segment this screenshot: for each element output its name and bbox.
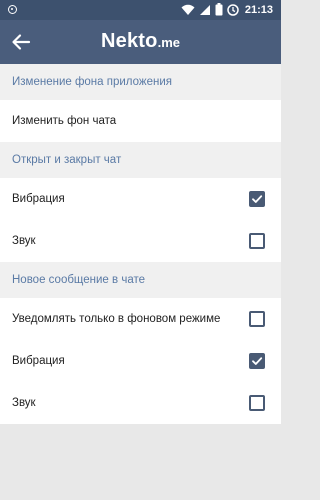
item-label: Вибрация — [12, 193, 65, 205]
background-only-item[interactable]: Уведомлять только в фоновом режиме — [0, 298, 281, 340]
checkmark-icon — [252, 357, 263, 365]
status-bar: 21:13 — [0, 0, 281, 20]
settings-list: Изменение фона приложения Изменить фон ч… — [0, 64, 281, 424]
chat-vibration-checkbox[interactable] — [249, 191, 265, 207]
chat-vibration-item[interactable]: Вибрация — [0, 178, 281, 220]
message-vibration-checkbox[interactable] — [249, 353, 265, 369]
app-bar: Nekto.me — [0, 20, 281, 64]
notification-icon — [8, 5, 17, 14]
wifi-icon — [181, 4, 195, 15]
empty-area — [0, 440, 281, 500]
status-time: 21:13 — [244, 3, 273, 16]
logo-sub: .me — [157, 35, 180, 50]
item-label: Вибрация — [12, 355, 65, 367]
checkmark-icon — [252, 195, 263, 203]
item-label: Изменить фон чата — [12, 115, 117, 127]
change-chat-background-item[interactable]: Изменить фон чата — [0, 100, 281, 142]
item-label: Уведомлять только в фоновом режиме — [12, 313, 221, 325]
chat-sound-checkbox[interactable] — [249, 233, 265, 249]
message-sound-item[interactable]: Звук — [0, 382, 281, 424]
section-title: Новое сообщение в чате — [12, 274, 145, 286]
battery-icon — [215, 3, 223, 16]
section-header-chat-open-close: Открыт и закрыт чат — [0, 142, 281, 178]
message-vibration-item[interactable]: Вибрация — [0, 340, 281, 382]
section-title: Открыт и закрыт чат — [12, 154, 122, 166]
background-only-checkbox[interactable] — [249, 311, 265, 327]
logo-main: Nekto — [101, 30, 158, 52]
item-label: Звук — [12, 397, 36, 409]
alarm-icon — [227, 3, 239, 16]
app-logo: Nekto.me — [0, 30, 281, 53]
message-sound-checkbox[interactable] — [249, 395, 265, 411]
section-title: Изменение фона приложения — [12, 76, 172, 88]
section-header-background: Изменение фона приложения — [0, 64, 281, 100]
signal-icon — [199, 4, 210, 15]
item-label: Звук — [12, 235, 36, 247]
section-header-new-message: Новое сообщение в чате — [0, 262, 281, 298]
chat-sound-item[interactable]: Звук — [0, 220, 281, 262]
